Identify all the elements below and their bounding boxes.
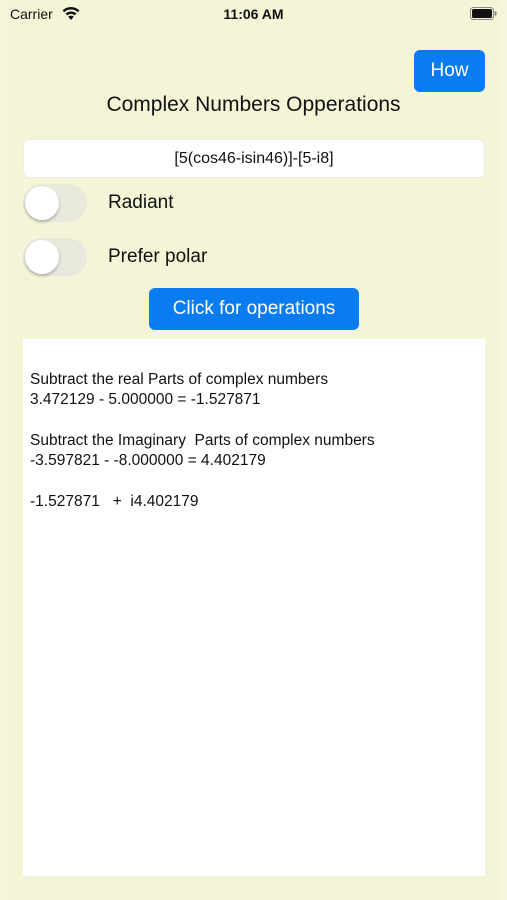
status-bar: Carrier 11:06 AM <box>0 0 507 30</box>
real-parts-calculation: 3.472129 - 5.000000 = -1.527871 <box>30 391 261 408</box>
clock: 11:06 AM <box>223 6 284 22</box>
final-result: -1.527871 + i4.402179 <box>30 493 199 510</box>
expression-input[interactable] <box>23 139 485 178</box>
radiant-toggle[interactable] <box>23 184 87 222</box>
battery-icon <box>470 7 497 20</box>
imaginary-parts-heading: Subtract the Imaginary Parts of complex … <box>30 432 375 449</box>
how-button[interactable]: How <box>414 50 485 92</box>
real-parts-heading: Subtract the real Parts of complex numbe… <box>30 371 329 388</box>
radiant-row: Radiant <box>23 184 323 224</box>
prefer-polar-toggle[interactable] <box>23 238 87 276</box>
page-title: Complex Numbers Opperations <box>106 93 401 116</box>
imaginary-parts-calculation: -3.597821 - -8.000000 = 4.402179 <box>30 452 266 469</box>
prefer-polar-row: Prefer polar <box>23 238 323 278</box>
radiant-label: Radiant <box>108 192 174 213</box>
result-panel: Subtract the real Parts of complex numbe… <box>23 339 485 876</box>
toggle-knob <box>25 186 59 220</box>
click-for-operations-button[interactable]: Click for operations <box>149 288 359 330</box>
prefer-polar-label: Prefer polar <box>108 246 208 267</box>
toggle-knob <box>25 240 59 274</box>
